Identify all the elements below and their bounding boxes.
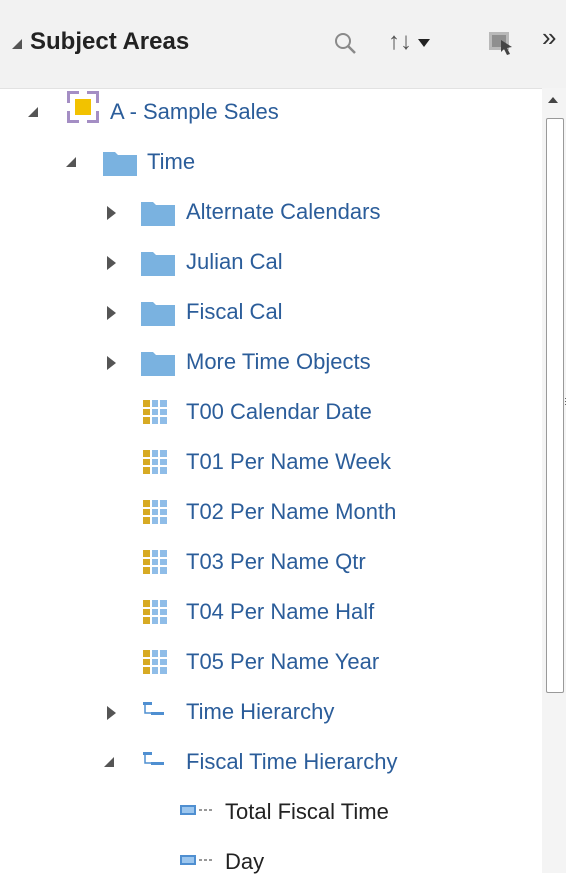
scroll-up-arrow-icon[interactable] (548, 97, 558, 103)
tree-node-fiscal-time-hierarchy[interactable]: Fiscal Time Hierarchy (0, 738, 540, 788)
tree-node-label[interactable]: Time Hierarchy (186, 699, 334, 725)
expanded-triangle-icon[interactable] (28, 107, 38, 117)
expanded-triangle-icon[interactable] (66, 157, 76, 167)
expanded-triangle-icon[interactable] (104, 757, 114, 767)
tree-node-alternate-calendars[interactable]: Alternate Calendars (0, 188, 540, 238)
tree-node-time-hierarchy[interactable]: Time Hierarchy (0, 688, 540, 738)
collapsed-triangle-icon[interactable] (107, 706, 116, 720)
tree-node-total-fiscal-time[interactable]: Total Fiscal Time (0, 788, 540, 838)
hierarchy-icon (142, 750, 170, 779)
scrollbar-thumb[interactable] (546, 118, 564, 693)
tree-node-label[interactable]: Fiscal Time Hierarchy (186, 749, 397, 775)
collapsed-triangle-icon[interactable] (107, 256, 116, 270)
table-icon (143, 500, 167, 529)
tree-node-label[interactable]: T05 Per Name Year (186, 649, 379, 675)
search-icon[interactable] (332, 30, 358, 61)
table-icon (143, 550, 167, 579)
tree-node-day[interactable]: Day (0, 838, 540, 888)
folder-icon (141, 300, 175, 331)
tree-node-time[interactable]: Time (0, 138, 540, 188)
select-columns-icon[interactable] (486, 28, 514, 61)
tree-node-more-time-objects[interactable]: More Time Objects (0, 338, 540, 388)
folder-icon (141, 350, 175, 381)
collapsed-triangle-icon[interactable] (107, 306, 116, 320)
tree-node-t00-calendar-date[interactable]: T00 Calendar Date (0, 388, 540, 438)
tree-node-label[interactable]: Time (147, 149, 195, 175)
tree-node-t01-per-name-week[interactable]: T01 Per Name Week (0, 438, 540, 488)
subject-areas-header: Subject Areas ↑↓ » (0, 0, 566, 89)
tree-node-label[interactable]: T03 Per Name Qtr (186, 549, 366, 575)
tree-node-label[interactable]: Julian Cal (186, 249, 283, 275)
subject-area-tree: A - Sample Sales Time Alternate Calendar… (0, 88, 542, 874)
tree-node-t02-per-name-month[interactable]: T02 Per Name Month (0, 488, 540, 538)
collapse-triangle-icon[interactable] (12, 39, 22, 49)
tree-node-label[interactable]: A - Sample Sales (110, 99, 279, 125)
level-icon (180, 802, 214, 823)
tree-node-label[interactable]: T00 Calendar Date (186, 399, 372, 425)
folder-icon (141, 250, 175, 281)
table-icon (143, 650, 167, 679)
tree-node-label[interactable]: Day (225, 849, 264, 875)
level-icon (180, 852, 214, 873)
table-icon (143, 400, 167, 429)
sort-icon: ↑↓ (388, 28, 412, 55)
table-icon (143, 450, 167, 479)
tree-node-fiscal-cal[interactable]: Fiscal Cal (0, 288, 540, 338)
collapsed-triangle-icon[interactable] (107, 356, 116, 370)
folder-icon (141, 200, 175, 231)
tree-node-label[interactable]: Alternate Calendars (186, 199, 380, 225)
tree-node-label[interactable]: Fiscal Cal (186, 299, 283, 325)
chevron-down-icon (418, 38, 430, 47)
sort-button[interactable]: ↑↓ (388, 28, 430, 56)
hierarchy-icon (142, 700, 170, 729)
tree-node-label[interactable]: T04 Per Name Half (186, 599, 374, 625)
tree-node-t04-per-name-half[interactable]: T04 Per Name Half (0, 588, 540, 638)
tree-node-label[interactable]: T02 Per Name Month (186, 499, 396, 525)
tree-node-sample-sales[interactable]: A - Sample Sales (0, 88, 540, 138)
expand-more-icon[interactable]: » (542, 22, 556, 53)
tree-node-label[interactable]: T01 Per Name Week (186, 449, 391, 475)
tree-node-t03-per-name-qtr[interactable]: T03 Per Name Qtr (0, 538, 540, 588)
collapsed-triangle-icon[interactable] (107, 206, 116, 220)
folder-icon (103, 150, 137, 181)
subject-area-icon (66, 90, 100, 129)
tree-node-label[interactable]: More Time Objects (186, 349, 371, 375)
tree-node-t05-per-name-year[interactable]: T05 Per Name Year (0, 638, 540, 688)
table-icon (143, 600, 167, 629)
tree-node-julian-cal[interactable]: Julian Cal (0, 238, 540, 288)
tree-node-label[interactable]: Total Fiscal Time (225, 799, 389, 825)
panel-title: Subject Areas (30, 28, 190, 55)
